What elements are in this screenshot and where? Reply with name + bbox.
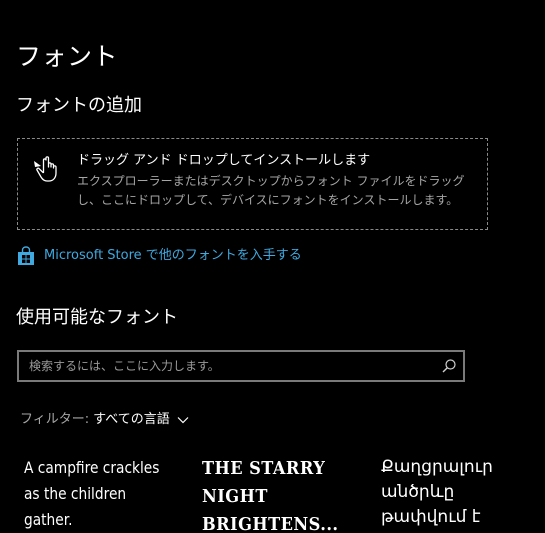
chevron-down-icon[interactable]	[177, 416, 189, 424]
font-card[interactable]: THE STARRY NIGHT BRIGHTENS...	[202, 455, 342, 533]
filter-value[interactable]: すべての言語	[93, 410, 170, 430]
filter-label: フィルター:	[20, 412, 90, 427]
language-filter-dropdown[interactable]: フィルター: すべての言語	[20, 410, 189, 430]
drop-zone-title: ドラッグ アンド ドロップしてインストールします	[77, 153, 371, 168]
store-link-label[interactable]: Microsoft Store で他のフォントを入手する	[44, 246, 302, 266]
page-title: フォント	[16, 42, 119, 71]
font-card-sample-line2: BRIGHTENS...	[202, 514, 339, 533]
store-bag-icon	[18, 246, 34, 265]
drop-zone-description: エクスプローラーまたはデスクトップからフォント ファイルをドラッグし、ここにドロ…	[77, 174, 465, 207]
font-search-box[interactable]	[17, 350, 465, 382]
font-card-sample: A campfire crackles as the children gath…	[24, 458, 160, 529]
font-card[interactable]: Քաղցրալուր անծրևը թափվում է	[381, 455, 541, 533]
font-drop-zone[interactable]: ドラッグ アンド ドロップしてインストールします エクスプローラーまたはデスクト…	[17, 138, 488, 230]
search-icon[interactable]	[441, 358, 457, 374]
hand-pointer-icon	[34, 156, 57, 182]
add-fonts-heading: フォントの追加	[16, 95, 142, 116]
font-card-sample: THE STARRY NIGHT	[202, 458, 326, 507]
font-card[interactable]: A campfire crackles as the children gath…	[24, 455, 174, 533]
available-fonts-heading: 使用可能なフォント	[16, 307, 178, 328]
font-search-input[interactable]	[19, 352, 439, 380]
font-card-sample: Քաղցրալուր անծրևը թափվում է	[381, 457, 493, 527]
microsoft-store-link[interactable]: Microsoft Store で他のフォントを入手する	[16, 246, 302, 266]
